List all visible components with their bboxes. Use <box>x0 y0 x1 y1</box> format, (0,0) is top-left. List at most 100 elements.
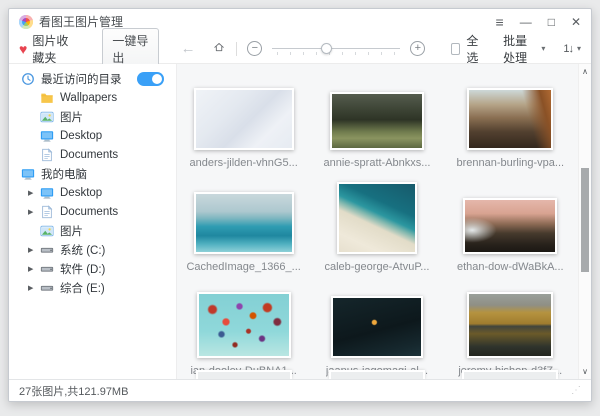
filename-label: brennan-burling-vpa... <box>456 157 564 169</box>
monitor-icon <box>40 186 54 200</box>
next-row-partial-thumbnails <box>177 370 577 379</box>
favorites-label: 图片收藏夹 <box>32 32 74 66</box>
gallery-item[interactable]: jeremy-bishop-d3fZ... <box>444 282 577 379</box>
sidebar-item-label: 我的电脑 <box>41 166 87 182</box>
sidebar-item-label: 最近访问的目录 <box>41 71 122 87</box>
partial-thumbnail[interactable] <box>196 370 292 379</box>
filename-label: annie-spratt-Abnkxs... <box>323 157 430 169</box>
expand-arrow-icon[interactable]: ▶ <box>28 246 33 254</box>
thumbnail-balloons-image[interactable] <box>197 292 291 358</box>
menu-icon[interactable]: ≡ <box>496 15 504 29</box>
thumbnail-sunset-coast-image[interactable] <box>463 198 557 254</box>
main-area: 最近访问的目录 Wallpapers 图片 Desktop <box>9 64 591 379</box>
zoom-out-icon[interactable]: − <box>247 41 262 56</box>
title-bar: 看图王图片管理 ≡ — □ ✕ <box>9 9 591 34</box>
picture-icon <box>40 110 54 124</box>
sidebar-item-pictures-tree[interactable]: 图片 <box>9 221 176 240</box>
expand-arrow-icon[interactable]: ▶ <box>28 189 33 197</box>
sidebar-item-desktop[interactable]: Desktop <box>9 126 176 145</box>
batch-process-label: 批量处理 <box>503 32 537 66</box>
sidebar-item-label: Documents <box>60 206 118 218</box>
gallery-item[interactable]: ethan-dow-dWaBkA... <box>444 178 577 282</box>
resize-grip-icon[interactable]: ⋰ <box>571 385 581 396</box>
partial-thumbnail[interactable] <box>329 370 425 379</box>
expand-arrow-icon[interactable]: ▶ <box>28 265 33 273</box>
sort-order-button[interactable]: 1↓ ▾ <box>563 43 581 55</box>
gallery-item[interactable]: brennan-burling-vpa... <box>444 74 577 178</box>
sidebar-item-drive-d[interactable]: ▶ 软件 (D:) <box>9 259 176 278</box>
favorites-button[interactable]: ♥ 图片收藏夹 <box>19 32 74 66</box>
slider-thumb[interactable] <box>321 43 332 54</box>
sidebar-item-label: Wallpapers <box>60 92 117 104</box>
close-icon[interactable]: ✕ <box>571 16 581 28</box>
sidebar-item-documents-tree[interactable]: ▶ Documents <box>9 202 176 221</box>
gallery-item[interactable]: ian-dooley-DuBNA1... <box>177 282 310 379</box>
thumbnail-forest-image[interactable] <box>330 92 424 150</box>
sidebar-item-drive-c[interactable]: ▶ 系统 (C:) <box>9 240 176 259</box>
sidebar-item-label: Documents <box>60 149 118 161</box>
partial-thumbnail[interactable] <box>462 370 558 379</box>
gallery-item[interactable]: annie-spratt-Abnkxs... <box>310 74 443 178</box>
sidebar-item-drive-e[interactable]: ▶ 综合 (E:) <box>9 278 176 297</box>
expand-arrow-icon[interactable]: ▶ <box>28 208 33 216</box>
chevron-down-icon: ▾ <box>577 44 581 53</box>
document-icon <box>40 205 54 219</box>
clock-icon <box>21 72 35 86</box>
thumbnail-beach-image[interactable] <box>337 182 417 254</box>
sidebar-item-label: 综合 (E:) <box>60 280 105 296</box>
recent-dirs-toggle[interactable] <box>137 72 164 86</box>
sidebar-item-my-computer[interactable]: 我的电脑 <box>9 164 176 183</box>
scroll-up-icon[interactable]: ∧ <box>579 67 591 76</box>
thumbnail-snow-image[interactable] <box>194 88 294 150</box>
gallery-item[interactable]: caleb-george-AtvuP... <box>310 178 443 282</box>
thumbnail-sea-image[interactable] <box>194 192 294 254</box>
select-all-control[interactable]: 全选 <box>451 32 483 66</box>
select-all-label: 全选 <box>466 32 483 66</box>
thumbnail-dark-water-image[interactable] <box>331 296 423 358</box>
minimize-icon[interactable]: — <box>520 16 532 28</box>
home-icon[interactable] <box>213 41 225 57</box>
gallery-item[interactable]: CachedImage_1366_... <box>177 178 310 282</box>
heart-icon: ♥ <box>19 42 27 56</box>
sidebar-item-desktop-tree[interactable]: ▶ Desktop <box>9 183 176 202</box>
sidebar-item-recent-dirs[interactable]: 最近访问的目录 <box>9 69 176 88</box>
thumbnail-grid-area: anders-jilden-vhnG5... annie-spratt-Abnk… <box>177 64 591 379</box>
gallery-item[interactable]: jaanus-jagomagi-al... <box>310 282 443 379</box>
filename-label: anders-jilden-vhnG5... <box>190 157 298 169</box>
batch-process-button[interactable]: 批量处理 ▾ <box>503 32 545 66</box>
sidebar-item-label: 图片 <box>60 109 83 125</box>
app-logo-icon <box>19 15 33 29</box>
drive-icon <box>40 262 54 276</box>
gallery-item[interactable]: anders-jilden-vhnG5... <box>177 74 310 178</box>
folder-sidebar: 最近访问的目录 Wallpapers 图片 Desktop <box>9 64 177 379</box>
sidebar-item-label: Desktop <box>60 187 102 199</box>
toolbar: ♥ 图片收藏夹 一键导出 ← − + 全选 批量处理 ▾ 1↓ ▾ <box>9 34 591 64</box>
scrollbar-thumb[interactable] <box>581 168 589 272</box>
sidebar-item-label: 系统 (C:) <box>60 242 105 258</box>
sidebar-item-label: Desktop <box>60 130 102 142</box>
scroll-down-icon[interactable]: ∨ <box>579 367 591 376</box>
filename-label: CachedImage_1366_... <box>186 261 300 273</box>
folder-icon <box>40 91 54 105</box>
thumbnail-autumn-lake-image[interactable] <box>467 292 553 358</box>
thumbnail-mountain-image[interactable] <box>467 88 553 150</box>
vertical-scrollbar[interactable]: ∧ ∨ <box>578 64 591 379</box>
zoom-in-icon[interactable]: + <box>410 41 425 56</box>
document-icon <box>40 148 54 162</box>
select-all-checkbox[interactable] <box>451 43 460 55</box>
picture-icon <box>40 224 54 238</box>
maximize-icon[interactable]: □ <box>548 16 555 28</box>
sidebar-item-documents[interactable]: Documents <box>9 145 176 164</box>
sidebar-item-label: 图片 <box>60 223 83 239</box>
sidebar-item-wallpapers[interactable]: Wallpapers <box>9 88 176 107</box>
expand-arrow-icon[interactable]: ▶ <box>28 284 33 292</box>
drive-icon <box>40 243 54 257</box>
slider-track <box>272 48 400 49</box>
sidebar-item-pictures[interactable]: 图片 <box>9 107 176 126</box>
window-controls: ≡ — □ ✕ <box>496 15 581 29</box>
app-window: 看图王图片管理 ≡ — □ ✕ ♥ 图片收藏夹 一键导出 ← − + 全选 <box>8 8 592 402</box>
status-bar: 27张图片,共121.97MB ⋰ <box>9 379 591 401</box>
back-icon[interactable]: ← <box>181 41 196 56</box>
thumbnail-size-slider[interactable] <box>272 41 400 57</box>
drive-icon <box>40 281 54 295</box>
